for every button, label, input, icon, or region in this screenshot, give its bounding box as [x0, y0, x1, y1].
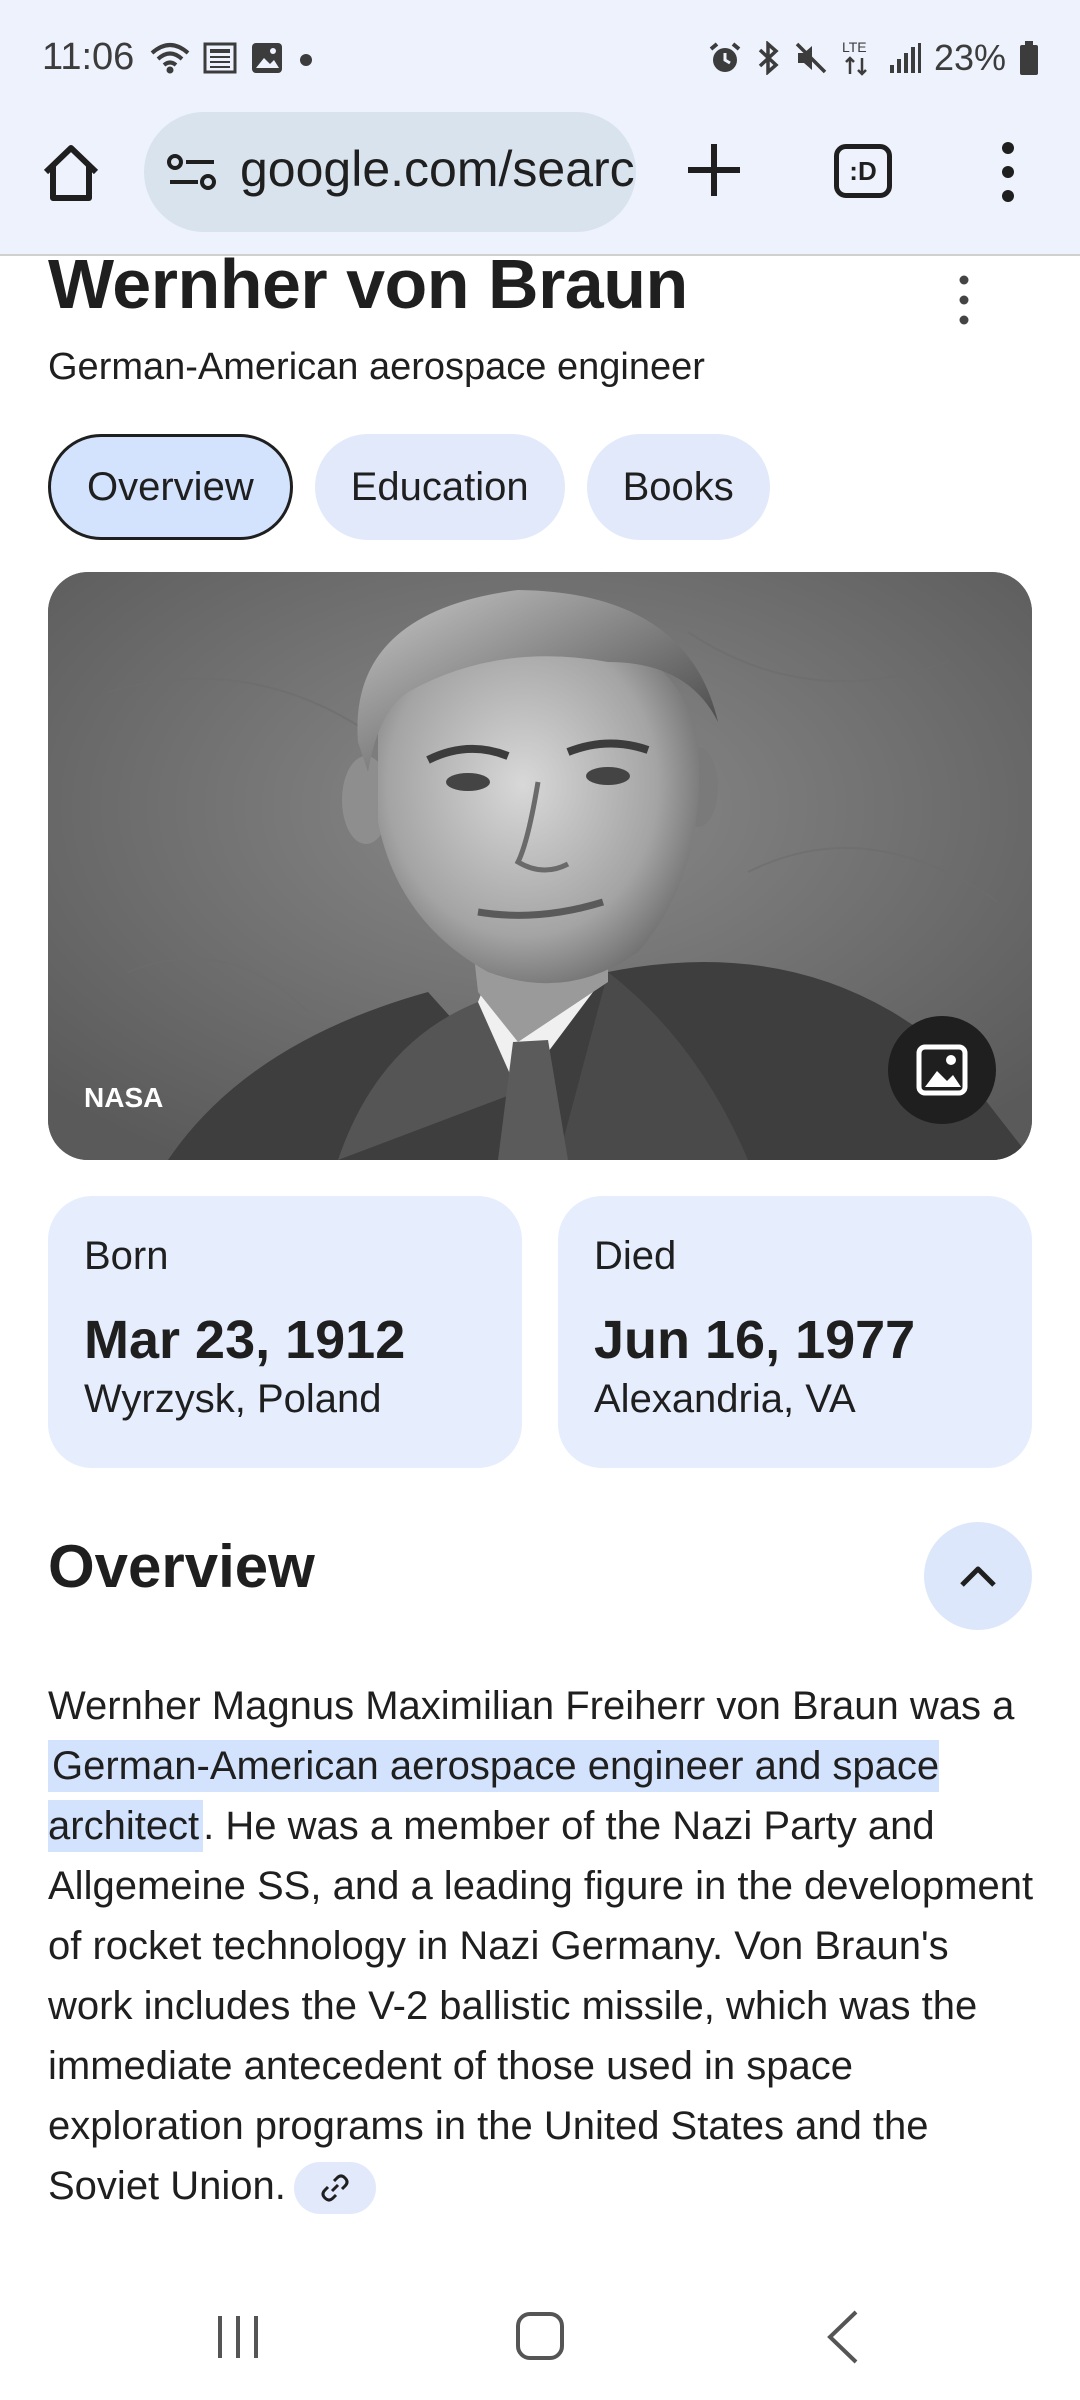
back-icon[interactable] — [826, 2308, 860, 2366]
collapse-button[interactable] — [924, 1522, 1032, 1630]
site-settings-icon[interactable] — [166, 152, 218, 192]
image-icon — [916, 1044, 968, 1096]
died-label: Died — [594, 1234, 677, 1278]
wifi-icon — [150, 43, 190, 74]
home-icon[interactable] — [40, 142, 102, 204]
overview-text-start: Wernher Magnus Maximilian Freiherr von B… — [48, 1684, 1015, 1728]
notification-dot-icon — [300, 54, 312, 66]
recent-apps-icon[interactable] — [214, 2312, 262, 2362]
born-date: Mar 23, 1912 — [84, 1310, 406, 1370]
chip-label: Education — [350, 464, 529, 509]
died-place: Alexandria, VA — [594, 1377, 856, 1421]
tab-overview[interactable]: Overview — [48, 434, 293, 540]
battery-icon — [1020, 41, 1038, 75]
bluetooth-icon — [758, 41, 779, 75]
source-link-button[interactable] — [293, 2162, 376, 2215]
portrait-image — [48, 572, 1032, 1160]
status-icons-left — [150, 38, 316, 78]
overview-text: Wernher Magnus Maximilian Freiherr von B… — [48, 1676, 1038, 2216]
died-card[interactable]: Died Jun 16, 1977 Alexandria, VA — [558, 1196, 1032, 1468]
died-date: Jun 16, 1977 — [594, 1310, 916, 1370]
link-icon — [321, 2174, 349, 2202]
born-label: Born — [84, 1234, 169, 1278]
battery-percent: 23% — [933, 37, 1006, 78]
chip-label: Overview — [87, 464, 254, 509]
overview-text-end: . He was a member of the Nazi Party and … — [48, 1804, 1034, 2208]
chevron-up-icon — [960, 1566, 996, 1587]
signal-icon — [889, 43, 921, 73]
photo-credit: NASA — [84, 1082, 164, 1113]
browser-toolbar: google.com/search :D — [0, 112, 1080, 232]
system-nav-bar — [0, 2290, 1080, 2400]
chip-label: Books — [622, 464, 734, 509]
tab-switcher-label: :D — [849, 155, 877, 186]
entity-subtitle: German-American aerospace engineer — [48, 346, 705, 388]
born-place: Wyrzysk, Poland — [84, 1377, 382, 1421]
url-text[interactable]: google.com/search — [240, 140, 636, 198]
view-images-button[interactable] — [888, 1016, 996, 1124]
status-icons-right: LTE 23% — [708, 37, 1040, 78]
nav-home-icon[interactable] — [514, 2310, 566, 2362]
born-card[interactable]: Born Mar 23, 1912 Wyrzysk, Poland — [48, 1196, 522, 1468]
search-results-page: Wernher von Braun German-American aerosp… — [0, 256, 1080, 2290]
more-vert-icon[interactable] — [946, 270, 982, 330]
tab-chips: Overview Education Books — [48, 434, 770, 540]
tab-switcher-button[interactable]: :D — [834, 144, 892, 198]
more-options-icon[interactable] — [990, 140, 1026, 204]
alarm-icon — [709, 42, 741, 72]
gallery-icon — [252, 43, 282, 73]
new-tab-icon[interactable] — [684, 140, 744, 200]
status-time: 11:06 — [42, 36, 135, 78]
tab-education[interactable]: Education — [314, 434, 565, 540]
overview-heading: Overview — [48, 1533, 315, 1600]
browser-chrome: 11:06 LTE 23% google.com/search:D — [0, 0, 1080, 255]
news-icon — [203, 42, 237, 74]
mute-icon — [795, 42, 827, 74]
entity-photo[interactable]: NASA — [48, 572, 1032, 1160]
url-bar[interactable]: google.com/search — [144, 112, 636, 232]
status-bar: 11:06 LTE 23% — [0, 0, 1080, 120]
entity-title: Wernher von Braun — [48, 256, 688, 323]
svg-text:LTE: LTE — [842, 39, 867, 55]
lte-signal-icon: LTE — [842, 39, 867, 76]
tab-books[interactable]: Books — [586, 434, 770, 540]
